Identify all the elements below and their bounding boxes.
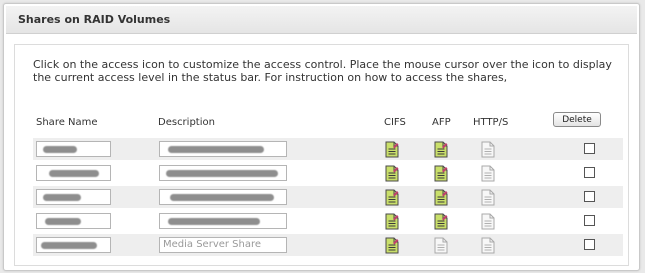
delete-checkbox[interactable] (584, 167, 595, 178)
redacted-text (45, 218, 81, 225)
afp-access-icon[interactable] (434, 189, 448, 206)
delete-checkbox[interactable] (584, 239, 595, 250)
share-name-input[interactable] (36, 213, 111, 229)
shares-panel: Shares on RAID Volumes Click on the acce… (3, 3, 640, 271)
description-text: Media Server Share (163, 239, 262, 250)
cifs-access-icon[interactable] (385, 141, 399, 158)
share-name-input[interactable] (36, 237, 111, 253)
afp-access-icon[interactable] (434, 213, 448, 230)
description-input[interactable] (159, 213, 287, 229)
delete-checkbox[interactable] (584, 191, 595, 202)
delete-button[interactable]: Delete (553, 112, 601, 127)
https-access-icon[interactable] (481, 165, 495, 182)
redacted-text (168, 146, 264, 153)
cifs-access-icon[interactable] (385, 189, 399, 206)
share-row (33, 162, 623, 184)
cifs-access-icon[interactable] (385, 213, 399, 230)
redacted-text (43, 146, 77, 153)
redacted-text (49, 170, 99, 177)
redacted-text (41, 242, 97, 249)
cifs-access-icon[interactable] (385, 237, 399, 254)
redacted-text (170, 194, 274, 201)
redacted-text (168, 218, 260, 225)
afp-access-icon[interactable] (434, 165, 448, 182)
afp-access-icon[interactable] (434, 237, 448, 254)
redacted-text (166, 170, 278, 177)
share-name-input[interactable] (36, 141, 111, 157)
column-header-https: HTTP/S (473, 117, 509, 128)
https-access-icon[interactable] (481, 141, 495, 158)
redacted-text (43, 194, 81, 201)
description-input[interactable]: Media Server Share (159, 237, 287, 253)
shares-content: Click on the access icon to customize th… (14, 44, 629, 266)
https-access-icon[interactable] (481, 189, 495, 206)
delete-checkbox[interactable] (584, 143, 595, 154)
column-header-afp: AFP (432, 117, 451, 128)
column-header-cifs: CIFS (384, 117, 406, 128)
share-row (33, 210, 623, 232)
description-input[interactable] (159, 141, 287, 157)
column-header-share-name: Share Name (36, 117, 98, 128)
afp-access-icon[interactable] (434, 141, 448, 158)
https-access-icon[interactable] (481, 213, 495, 230)
panel-title: Shares on RAID Volumes (18, 13, 171, 26)
share-row: Media Server Share (33, 234, 623, 256)
description-input[interactable] (159, 189, 287, 205)
instructions-text: Click on the access icon to customize th… (33, 58, 612, 84)
delete-checkbox[interactable] (584, 215, 595, 226)
panel-header: Shares on RAID Volumes (6, 6, 637, 34)
column-header-description: Description (158, 117, 215, 128)
description-input[interactable] (159, 165, 287, 181)
cifs-access-icon[interactable] (385, 165, 399, 182)
share-name-input[interactable] (36, 189, 111, 205)
share-row (33, 138, 623, 160)
https-access-icon[interactable] (481, 237, 495, 254)
share-row (33, 186, 623, 208)
share-name-input[interactable] (36, 165, 111, 181)
